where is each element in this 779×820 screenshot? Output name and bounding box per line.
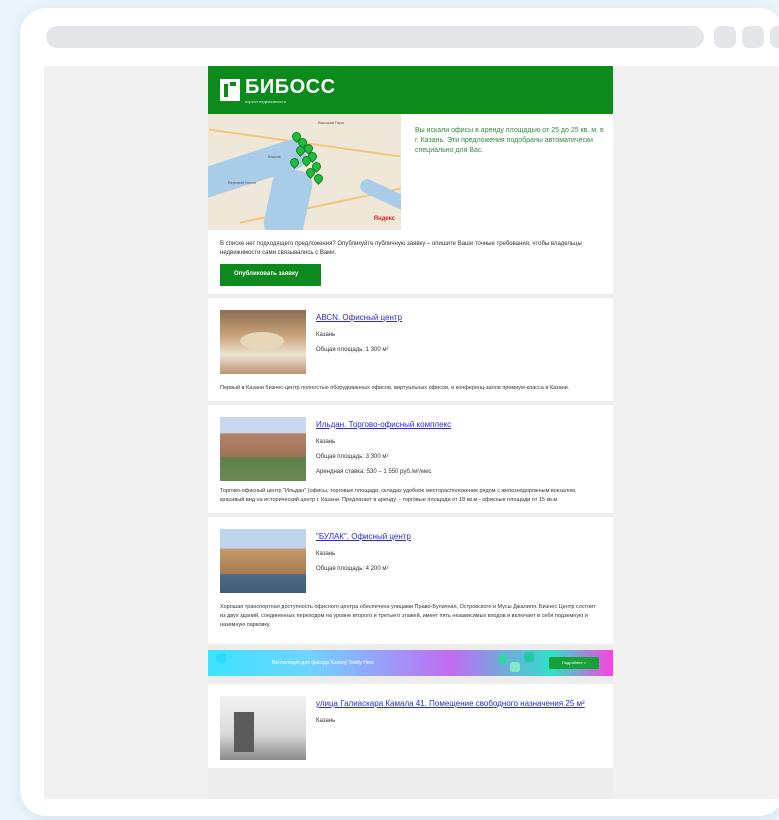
listing-description: Торгово-офисный центр "Ильдан" (офисы, т… [220, 488, 577, 503]
email-body: БИБОСС портал недвижимости Высокая Гора … [208, 66, 613, 799]
logo-subtitle: портал недвижимости [245, 98, 286, 104]
publish-request-button[interactable]: Опубликовать заявку [220, 264, 321, 286]
listing-city: Казань [316, 439, 336, 445]
listing-photo[interactable] [220, 310, 306, 374]
listing-description: Первый в Казани бизнес-центр полностью о… [220, 385, 570, 391]
window-button-maximize[interactable] [742, 26, 764, 48]
listing-title-link[interactable]: Ильдан. Торгово-офисный комплекс [316, 419, 601, 430]
listing-card: улица Галиаскара Камала 41. Помещение св… [208, 684, 613, 768]
map-image[interactable]: Высокая Гора Казань Верхний Услон Яндекс [208, 114, 401, 230]
banner-text: Вентиляция для фасада Kazany Teddy Here [272, 660, 375, 666]
email-viewport: БИБОСС портал недвижимости Высокая Гора … [44, 66, 779, 799]
browser-window: БИБОСС портал недвижимости Высокая Гора … [20, 8, 779, 816]
map-label: Казань [268, 154, 281, 159]
map-brand: Яндекс [373, 216, 395, 222]
map-label: Высокая Гора [318, 120, 344, 125]
listing-photo[interactable] [220, 529, 306, 593]
listing-price: Арендная ставка: 530 – 1 550 руб./м²/мес [316, 469, 432, 475]
intro-section: Высокая Гора Казань Верхний Услон Яндекс… [208, 114, 613, 294]
listing-area: Общая площадь: 3 300 м² [316, 454, 389, 460]
listing-city: Казань [316, 332, 336, 338]
map-label: Верхний Услон [228, 180, 256, 185]
listing-city: Казань [316, 551, 336, 557]
address-bar[interactable] [46, 26, 704, 48]
logo-text: БИБОСС [245, 75, 336, 98]
logo-icon [220, 79, 240, 101]
listing-title-link[interactable]: улица Галиаскара Камала 41. Помещение св… [316, 698, 601, 709]
map-description: Вы искали офисы в аренду площадью от 25 … [415, 127, 604, 154]
email-header: БИБОСС портал недвижимости [208, 66, 613, 114]
intro-text: В списке нет подходящего предложения? Оп… [220, 241, 582, 256]
listing-card: Ильдан. Торгово-офисный комплекс Казань … [208, 405, 613, 513]
listing-card: АВСN. Офисный центр Казань Общая площадь… [208, 298, 613, 401]
ad-banner[interactable]: Вентиляция для фасада Kazany Teddy Here … [208, 650, 613, 676]
window-button-close[interactable] [770, 26, 779, 48]
listing-photo[interactable] [220, 696, 306, 760]
listing-description: Хорошая транспортная доступность офисног… [220, 604, 596, 628]
listing-card: "БУЛАК". Офисный центр Казань Общая площ… [208, 517, 613, 644]
listing-area: Общая площадь: 4 200 м² [316, 566, 389, 572]
listing-photo[interactable] [220, 417, 306, 481]
listing-title-link[interactable]: "БУЛАК". Офисный центр [316, 531, 601, 542]
listing-city: Казань [316, 718, 336, 724]
banner-button[interactable]: Подробнее > [549, 657, 599, 669]
listing-area: Общая площадь: 1 300 м² [316, 347, 389, 353]
window-button-minimize[interactable] [714, 26, 736, 48]
listing-title-link[interactable]: АВСN. Офисный центр [316, 312, 601, 323]
